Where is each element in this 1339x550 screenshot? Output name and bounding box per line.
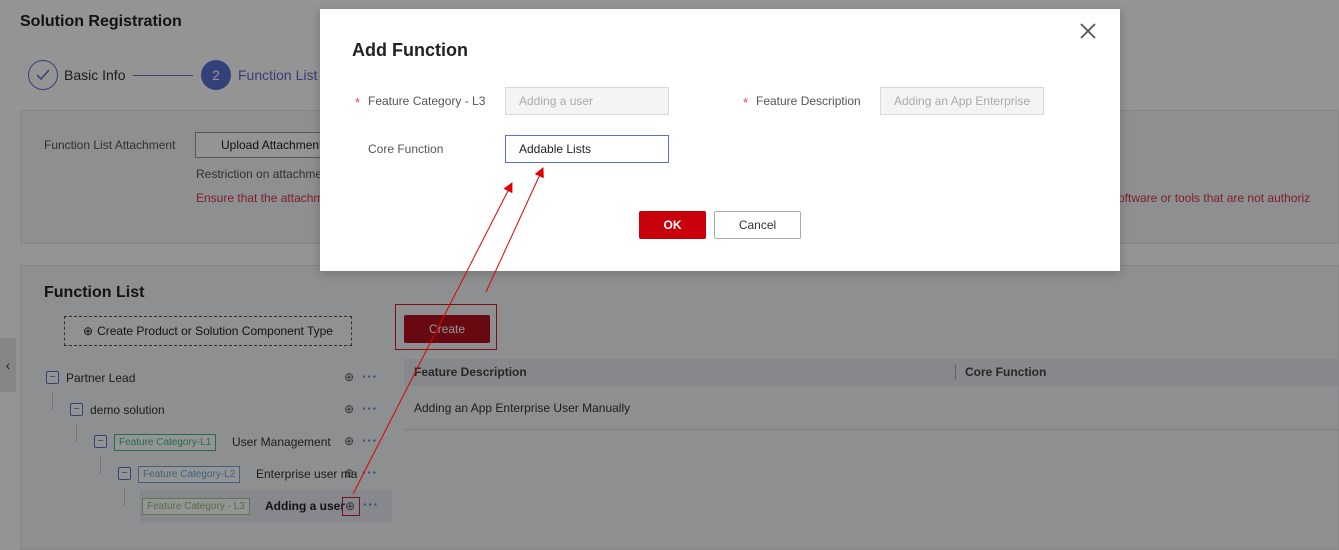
required-asterisk: * [355,95,361,110]
close-icon[interactable] [1077,22,1099,44]
feature-description-label: Feature Description [756,94,861,108]
feature-category-label: Feature Category - L3 [368,94,486,108]
ok-button[interactable]: OK [639,211,706,239]
feature-category-field[interactable]: Adding a user [505,87,669,115]
cancel-button[interactable]: Cancel [714,211,801,239]
core-function-label: Core Function [368,142,444,156]
required-asterisk: * [743,95,749,110]
core-function-input[interactable]: Addable Lists [505,135,669,163]
feature-description-field[interactable]: Adding an App Enterprise [880,87,1044,115]
dialog-title: Add Function [352,40,468,60]
